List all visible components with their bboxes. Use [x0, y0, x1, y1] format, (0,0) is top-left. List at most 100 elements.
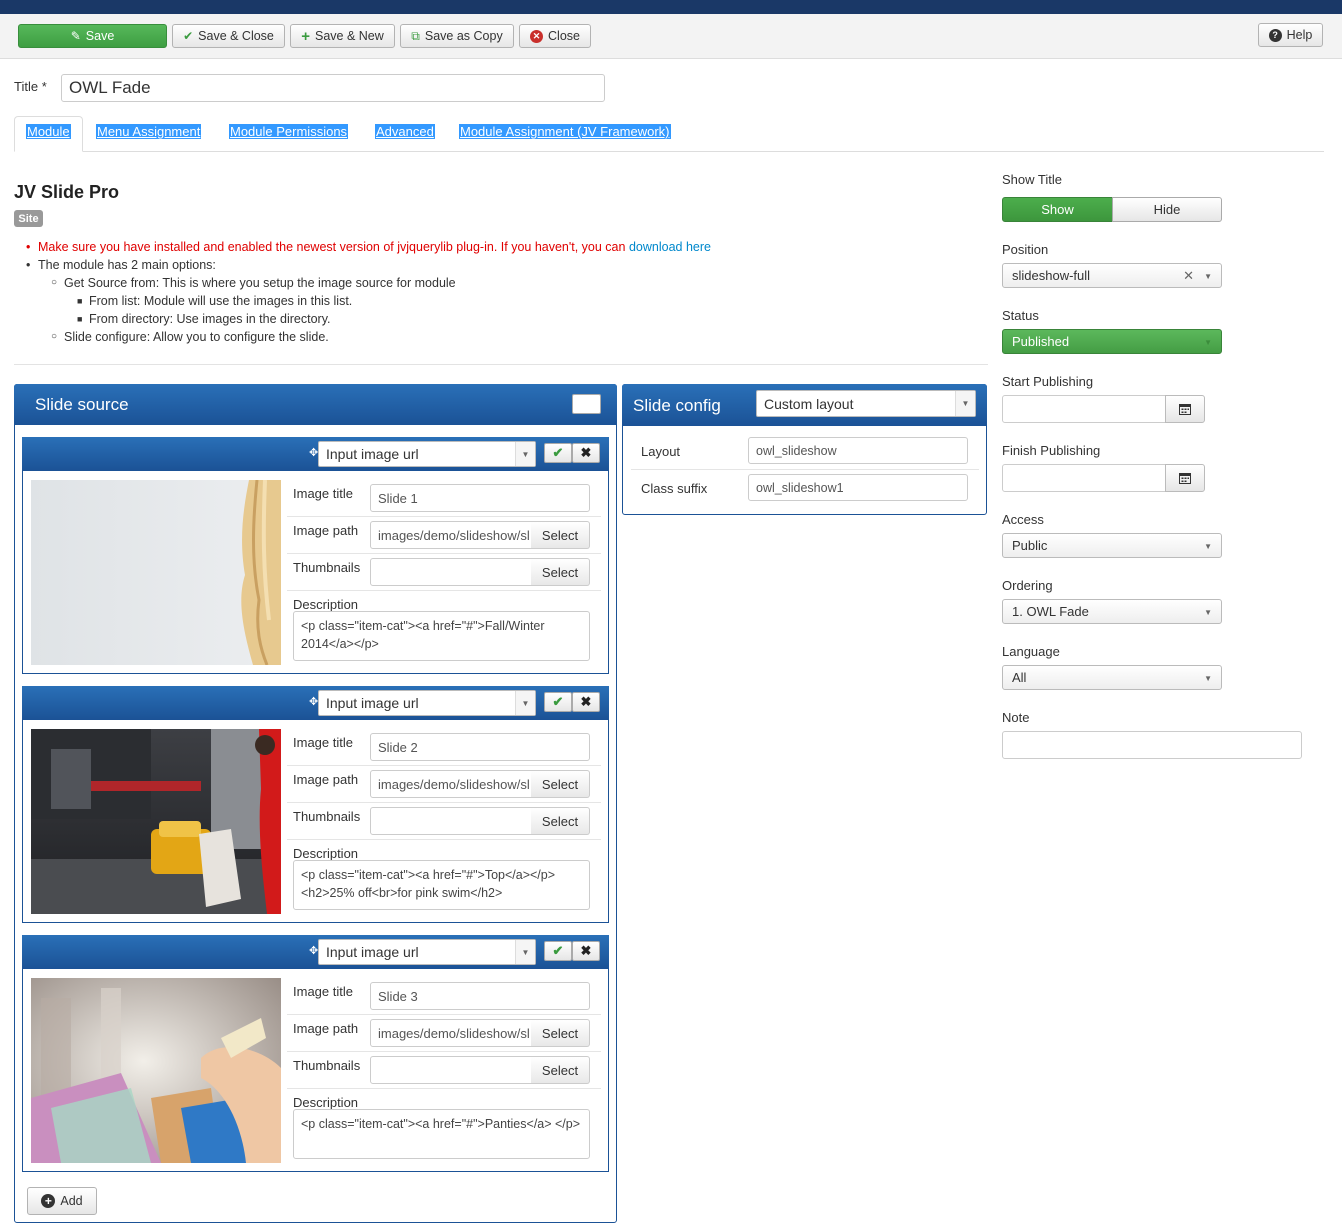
slide-3-desc-label: Description [293, 1095, 359, 1110]
ordering-label: Ordering [1002, 578, 1053, 593]
slide-1-remove-button[interactable]: ✖ [572, 443, 600, 463]
module-name: JV Slide Pro [14, 182, 120, 202]
slide-1-header: ✥ Input image url ▼ ✔ ✖ [22, 437, 609, 471]
class-suffix-input[interactable]: owl_slideshow1 [748, 474, 968, 501]
finish-publishing-input[interactable] [1002, 464, 1167, 492]
close-button[interactable]: ✕ Close [519, 24, 591, 48]
slide-1-desc-label: Description [293, 597, 359, 612]
slide-1-path-select-button[interactable]: Select [531, 521, 590, 549]
finish-publishing-calendar-button[interactable] [1165, 464, 1205, 492]
slide-2-enable-button[interactable]: ✔ [544, 692, 572, 712]
admin-header-bar [0, 0, 1342, 14]
save-close-button[interactable]: ✔ Save & Close [172, 24, 285, 48]
show-title-hide-button[interactable]: Hide [1112, 197, 1222, 222]
edit-icon: ✎ [70, 29, 81, 43]
save-copy-button[interactable]: ⧉ Save as Copy [400, 24, 514, 48]
clear-icon[interactable]: ✕ [1183, 268, 1194, 284]
add-slide-button[interactable]: + Add [27, 1187, 97, 1215]
tab-module-permissions[interactable]: Module Permissions [229, 124, 349, 139]
tab-menu-assignment[interactable]: Menu Assignment [96, 124, 202, 139]
slide-1-thumbs-input[interactable] [370, 558, 532, 586]
description-divider [14, 364, 988, 365]
collapse-toggle[interactable] [572, 394, 601, 414]
note-input[interactable] [1002, 731, 1302, 759]
show-title-label: Show Title [1002, 172, 1062, 187]
slide-2-path-label: Image path [293, 772, 359, 787]
layout-type-select[interactable]: Custom layout ▼ [756, 390, 976, 417]
slide-configure-item: ○ Slide configure: Allow you to configur… [51, 330, 329, 344]
download-link[interactable]: download here [629, 240, 711, 254]
title-label: Title * [14, 79, 47, 94]
slide-2-remove-button[interactable]: ✖ [572, 692, 600, 712]
chevron-down-icon: ▼ [955, 391, 975, 416]
slide-2-thumbs-select-button[interactable]: Select [531, 807, 590, 835]
slide-1-description[interactable]: <p class="item-cat"><a href="#">Fall/Win… [293, 611, 590, 661]
language-select[interactable]: All ▼ [1002, 665, 1222, 690]
help-button[interactable]: ? Help [1258, 23, 1323, 47]
close-icon: ✕ [530, 29, 544, 43]
start-publishing-label: Start Publishing [1002, 374, 1094, 389]
save-button[interactable]: ✎ Save [18, 24, 167, 48]
ordering-select[interactable]: 1. OWL Fade ▼ [1002, 599, 1222, 624]
slide-3-source-select[interactable]: Input image url ▼ [318, 939, 536, 965]
slide-3-title-label: Image title [293, 984, 353, 999]
chevron-down-icon: ▼ [1204, 608, 1212, 617]
slide-2-title-label: Image title [293, 735, 353, 750]
language-label: Language [1002, 644, 1060, 659]
slide-3-thumbs-select-button[interactable]: Select [531, 1056, 590, 1084]
note-label: Note [1002, 710, 1030, 725]
status-select[interactable]: Published ▼ [1002, 329, 1222, 354]
slide-2-thumbnail [31, 729, 281, 914]
slide-3-remove-button[interactable]: ✖ [572, 941, 600, 961]
warning-item: • Make sure you have installed and enabl… [26, 240, 711, 254]
layout-label: Layout [641, 444, 681, 459]
move-icon[interactable]: ✥ [309, 695, 318, 708]
slide-2-source-select[interactable]: Input image url ▼ [318, 690, 536, 716]
start-publishing-input[interactable] [1002, 395, 1167, 423]
slide-1-source-select[interactable]: Input image url ▼ [318, 441, 536, 467]
chevron-down-icon: ▼ [515, 442, 535, 466]
slide-2-path-select-button[interactable]: Select [531, 770, 590, 798]
title-input[interactable]: OWL Fade [61, 74, 605, 102]
slide-2-desc-label: Description [293, 846, 359, 861]
move-icon[interactable]: ✥ [309, 446, 318, 459]
slide-1-title-input[interactable]: Slide 1 [370, 484, 590, 512]
tab-module-assignment-jv[interactable]: Module Assignment (JV Framework) [459, 124, 671, 139]
slide-2-path-input[interactable]: images/demo/slideshow/sl [370, 770, 532, 798]
slide-2-description[interactable]: <p class="item-cat"><a href="#">Top</a><… [293, 860, 590, 910]
get-source-item: ○ Get Source from: This is where you set… [51, 276, 456, 290]
slide-3-title-input[interactable]: Slide 3 [370, 982, 590, 1010]
slide-3-thumbnail [31, 978, 281, 1163]
slide-3-thumbs-input[interactable] [370, 1056, 532, 1084]
position-select[interactable]: slideshow-full ✕ ▼ [1002, 263, 1222, 288]
slide-1-enable-button[interactable]: ✔ [544, 443, 572, 463]
position-label: Position [1002, 242, 1049, 257]
chevron-down-icon: ▼ [1204, 338, 1212, 347]
save-new-button[interactable]: + Save & New [290, 24, 395, 48]
slide-3-enable-button[interactable]: ✔ [544, 941, 572, 961]
slide-3-path-select-button[interactable]: Select [531, 1019, 590, 1047]
copy-icon: ⧉ [411, 29, 420, 43]
slide-2-thumbs-label: Thumbnails [293, 809, 361, 824]
slide-2-title-input[interactable]: Slide 2 [370, 733, 590, 761]
start-publishing-calendar-button[interactable] [1165, 395, 1205, 423]
toolbar: ✎ Save ✔ Save & Close + Save & New ⧉ Save as… [0, 14, 1342, 59]
slide-1-thumbs-label: Thumbnails [293, 560, 361, 575]
access-select[interactable]: Public ▼ [1002, 533, 1222, 558]
class-suffix-label: Class suffix [641, 481, 708, 496]
tab-advanced[interactable]: Advanced [375, 124, 435, 139]
calendar-icon [1179, 473, 1191, 484]
from-list-item: ■ From list: Module will use the images … [77, 294, 353, 308]
slide-1-path-input[interactable]: images/demo/slideshow/sl [370, 521, 532, 549]
tab-module[interactable]: Module [26, 124, 71, 139]
move-icon[interactable]: ✥ [309, 944, 318, 957]
chevron-down-icon: ▼ [1204, 272, 1212, 281]
show-title-show-button[interactable]: Show [1002, 197, 1113, 222]
slide-2-thumbs-input[interactable] [370, 807, 532, 835]
layout-input[interactable]: owl_slideshow [748, 437, 968, 464]
slide-3-path-input[interactable]: images/demo/slideshow/sl [370, 1019, 532, 1047]
slide-3-description[interactable]: <p class="item-cat"><a href="#">Panties<… [293, 1109, 590, 1159]
slide-1-thumbs-select-button[interactable]: Select [531, 558, 590, 586]
calendar-icon [1179, 404, 1191, 415]
slide-3-header: ✥ Input image url ▼ ✔ ✖ [22, 935, 609, 969]
